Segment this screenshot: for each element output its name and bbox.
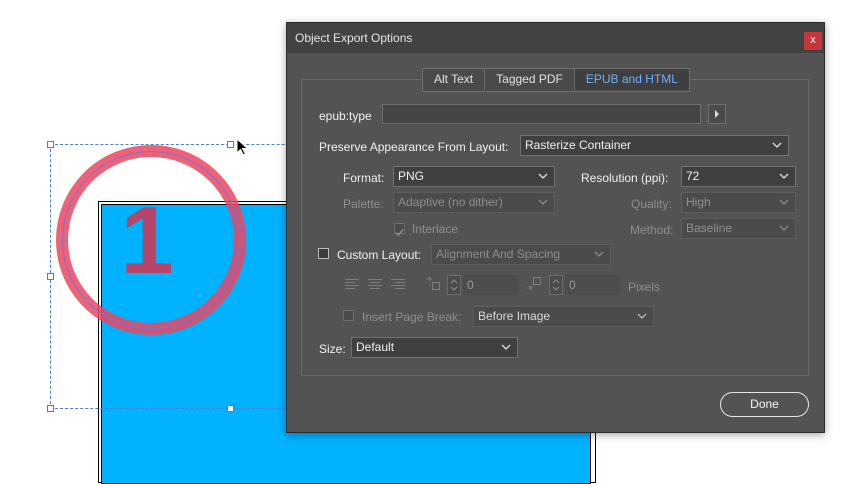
chevron-down-icon [538, 173, 548, 179]
tab-epub-and-html[interactable]: EPUB and HTML [574, 69, 689, 90]
size-select[interactable]: Default [351, 337, 518, 358]
epub-type-label: epub:type [319, 109, 372, 123]
stepper-arrows-icon [552, 279, 560, 291]
size-value: Default [356, 340, 395, 354]
space-before-stepper[interactable] [447, 275, 461, 295]
chevron-down-icon [594, 251, 604, 257]
space-after-stepper[interactable] [549, 275, 563, 295]
selection-handle[interactable] [47, 141, 54, 148]
preserve-appearance-value: Rasterize Container [525, 138, 632, 152]
selection-handle[interactable] [227, 405, 234, 412]
dialog-titlebar[interactable]: Object Export Options x [287, 23, 824, 53]
align-center-icon[interactable] [368, 278, 382, 290]
object-export-options-dialog: Object Export Options x Alt Text Tagged … [286, 22, 825, 433]
tab-alt-text[interactable]: Alt Text [423, 69, 486, 90]
preserve-appearance-select[interactable]: Rasterize Container [520, 135, 789, 156]
custom-layout-select[interactable]: Alignment And Spacing [431, 244, 611, 265]
space-before-input[interactable]: 0 [463, 275, 518, 295]
quality-select[interactable]: High [681, 192, 796, 213]
close-button[interactable]: x [804, 32, 822, 50]
chevron-down-icon [779, 199, 789, 205]
pixels-unit-label: Pixels [628, 280, 661, 294]
selection-handle[interactable] [47, 405, 54, 412]
method-label: Method: [630, 223, 674, 237]
format-label: Format: [343, 171, 385, 185]
page-break-value: Before Image [478, 309, 551, 323]
space-before-icon [426, 276, 440, 290]
checkmark-icon [395, 229, 404, 237]
interlace-label: Interlace [412, 222, 459, 236]
triangle-right-icon [715, 110, 719, 118]
chevron-down-icon [779, 173, 789, 179]
chevron-down-icon [637, 313, 647, 319]
quality-value: High [686, 195, 711, 209]
chevron-down-icon [538, 199, 548, 205]
resolution-value: 72 [686, 169, 700, 183]
interlace-checkbox[interactable] [394, 223, 405, 237]
page-break-select[interactable]: Before Image [473, 306, 654, 327]
epub-type-menu-button[interactable] [708, 104, 726, 124]
method-value: Baseline [686, 221, 733, 235]
selection-handle[interactable] [227, 141, 234, 148]
stepper-arrows-icon [450, 279, 458, 291]
quality-label: Quality: [631, 197, 672, 211]
insert-page-break-label: Insert Page Break: [362, 310, 462, 324]
palette-label: Palette: [343, 197, 384, 211]
chevron-down-icon [779, 225, 789, 231]
align-right-icon[interactable] [391, 278, 405, 290]
custom-layout-value: Alignment And Spacing [436, 247, 561, 261]
step-number: 1 [120, 187, 174, 294]
format-value: PNG [398, 169, 425, 183]
resolution-label: Resolution (ppi): [581, 171, 669, 185]
dialog-title: Object Export Options [295, 31, 413, 45]
chevron-down-icon [772, 142, 782, 148]
selection-handle[interactable] [47, 273, 54, 280]
tab-bar: Alt Text Tagged PDF EPUB and HTML [422, 68, 690, 92]
done-button[interactable]: Done [720, 392, 809, 417]
space-after-input[interactable]: 0 [565, 275, 620, 295]
chevron-down-icon [501, 344, 511, 350]
custom-layout-checkbox[interactable] [318, 248, 329, 259]
tab-tagged-pdf[interactable]: Tagged PDF [485, 69, 575, 90]
epub-type-input[interactable] [382, 104, 701, 124]
custom-layout-label: Custom Layout: [337, 248, 422, 262]
align-left-icon[interactable] [345, 278, 359, 290]
mouse-cursor-icon [236, 138, 249, 156]
size-label: Size: [319, 342, 346, 356]
resolution-select[interactable]: 72 [681, 166, 796, 187]
palette-select[interactable]: Adaptive (no dither) [393, 192, 555, 213]
insert-page-break-checkbox[interactable] [343, 310, 354, 321]
method-select[interactable]: Baseline [681, 218, 796, 239]
format-select[interactable]: PNG [393, 166, 555, 187]
space-after-icon [527, 277, 541, 291]
palette-value: Adaptive (no dither) [398, 195, 503, 209]
preserve-appearance-label: Preserve Appearance From Layout: [319, 140, 509, 154]
